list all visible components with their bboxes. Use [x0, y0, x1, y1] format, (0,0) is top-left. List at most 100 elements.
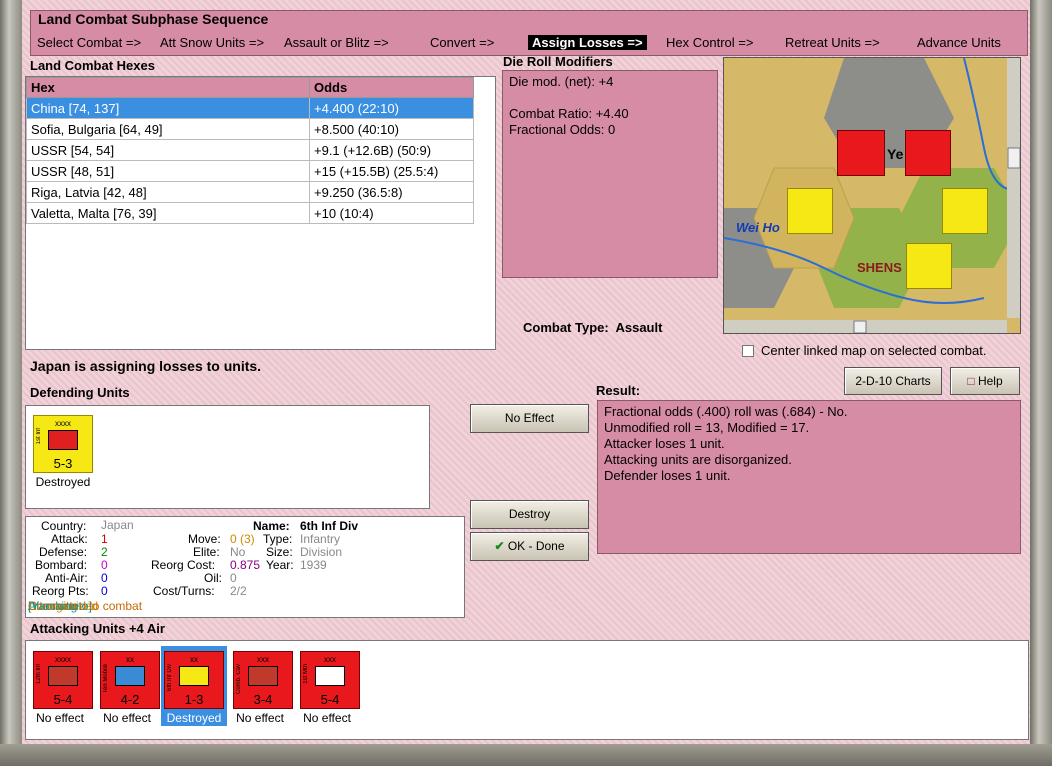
mobile-symbol-icon [115, 666, 145, 686]
attacking-unit-counter[interactable]: xx Ten Mobile 4-2 [100, 651, 160, 709]
result-line: Defender loses 1 unit. [604, 468, 731, 483]
combat-type-label: Combat Type: [523, 320, 609, 335]
map-unit-counter[interactable] [787, 188, 833, 234]
seq-assign-losses: Assign Losses => [528, 35, 647, 50]
odds-cell: +9.1 (+12.6B) (50:9) [309, 139, 474, 161]
type-value: Infantry [300, 532, 341, 546]
attacking-title: Attacking Units +4 Air [30, 621, 165, 636]
cost-turns-value: 2/2 [230, 584, 247, 598]
destroy-button[interactable]: Destroy [470, 500, 589, 529]
unit-caption: Destroyed [35, 475, 91, 489]
map-unit-counter[interactable] [905, 130, 951, 176]
ok-done-label: OK - Done [507, 539, 565, 553]
odds-cell: +9.250 (36.5:8) [309, 181, 474, 203]
move-value: 0 (3) [230, 532, 255, 546]
result-line: Fractional odds (.400) roll was (.684) -… [604, 404, 848, 419]
cavalry-symbol-icon [248, 666, 278, 686]
attacking-unit-counter[interactable]: xxx 1st Mtn 5-4 [300, 651, 360, 709]
fractional-odds-line: Fractional Odds: 0 [509, 122, 616, 137]
unit-strength: 4-2 [120, 692, 140, 707]
no-effect-button[interactable]: No Effect [470, 404, 589, 433]
unit-strength: 3-4 [253, 692, 273, 707]
unit-size: xxx [257, 655, 269, 664]
help-button[interactable]: □ Help [950, 367, 1020, 395]
ok-done-button[interactable]: ✔ OK - Done [470, 532, 589, 561]
type-key: Type: [263, 532, 293, 546]
combat-type-value: Assault [615, 320, 663, 335]
tag-committed: Committed to combat [28, 599, 143, 613]
defending-units-box: xxxx 1st Inf 5-3 Destroyed [25, 405, 430, 509]
antiair-key: Anti-Air: [45, 571, 88, 585]
hex-cell: China [74, 137] [26, 97, 310, 119]
result-line: Attacking units are disorganized. [604, 452, 792, 467]
size-value: Division [300, 545, 343, 559]
odds-cell: +10 (10:4) [309, 202, 474, 224]
elite-key: Elite: [193, 545, 220, 559]
unit-caption: Destroyed [166, 711, 222, 725]
defense-value: 2 [101, 545, 108, 559]
oil-key: Oil: [204, 571, 222, 585]
center-map-checkbox[interactable] [742, 345, 754, 357]
result-line: Unmodified roll = 13, Modified = 17. [604, 420, 810, 435]
checkmark-icon: ✔ [494, 539, 505, 553]
bombard-value: 0 [101, 558, 108, 572]
hex-cell: Valetta, Malta [76, 39] [26, 202, 310, 224]
unit-strength: 5-3 [53, 456, 73, 471]
seq-select-combat: Select Combat => [37, 35, 142, 50]
unit-name: Ten Mobile [103, 664, 109, 694]
seq-hex-control: Hex Control => [666, 35, 754, 50]
attacking-unit-counter[interactable]: xx 6th Inf Div 1-3 [164, 651, 224, 709]
table-row[interactable]: Valetta, Malta [76, 39] +10 (10:4) [26, 202, 474, 224]
reorg-cost-key: Reorg Cost: [151, 558, 216, 572]
die-mod-line: Die mod. (net): +4 [509, 74, 614, 89]
seq-att-snow-units: Att Snow Units => [160, 35, 265, 50]
move-key: Move: [188, 532, 221, 546]
charts-button[interactable]: 2-D-10 Charts [844, 367, 942, 395]
odds-cell: +15 (+15.5B) (25.5:4) [309, 160, 474, 182]
unit-name: 1st Inf [36, 428, 42, 445]
bombard-key: Bombard: [35, 558, 88, 572]
table-row[interactable]: USSR [48, 51] +15 (+15.5B) (25.5:4) [26, 160, 474, 182]
unit-name: 1st Mtn [303, 664, 309, 684]
table-row[interactable]: Riga, Latvia [42, 48] +9.250 (36.5:8) [26, 181, 474, 203]
center-map-label: Center linked map on selected combat. [761, 343, 987, 358]
map-unit-counter[interactable] [906, 243, 952, 289]
size-key: Size: [266, 545, 293, 559]
country-value: Japan [101, 518, 134, 532]
attack-key: Attack: [51, 532, 88, 546]
antiair-value: 0 [101, 571, 108, 585]
unit-caption: No effect [303, 711, 351, 725]
unit-size: xxx [324, 655, 336, 664]
bottom-border [0, 744, 1052, 766]
table-row[interactable]: China [74, 137] +4.400 (22:10) [26, 97, 474, 119]
attack-value: 1 [101, 532, 108, 546]
help-label: Help [977, 374, 1003, 388]
elite-value: No [230, 545, 246, 559]
region-label: SHENS [857, 260, 902, 275]
defending-unit-counter[interactable]: xxxx 1st Inf 5-3 [33, 415, 93, 473]
map-unit-counter[interactable] [942, 188, 988, 234]
unit-size: xxxx [55, 655, 71, 664]
year-value: 1939 [300, 558, 327, 572]
right-border [1030, 0, 1052, 766]
table-row[interactable]: USSR [54, 54] +9.1 (+12.6B) (50:9) [26, 139, 474, 161]
defense-key: Defense: [39, 545, 88, 559]
hex-cell: Sofia, Bulgaria [64, 49] [26, 118, 310, 140]
country-key: Country: [41, 519, 87, 533]
infantry-symbol-icon [48, 666, 78, 686]
table-row[interactable]: Sofia, Bulgaria [64, 49] +8.500 (40:10) [26, 118, 474, 140]
unit-name: 12th Inf [36, 664, 42, 685]
cost-turns-key: Cost/Turns: [153, 584, 215, 598]
linked-map[interactable]: Wei Ho SHENS Ye [723, 57, 1021, 334]
attacking-unit-counter[interactable]: xxxx 12th Inf 5-4 [33, 651, 93, 709]
name-key: Name: [253, 519, 290, 533]
unit-name: 6th Inf Div [167, 664, 173, 692]
combat-ratio-line: Combat Ratio: +4.40 [509, 106, 629, 121]
unit-name: Comb. Cav [236, 664, 242, 695]
map-unit-counter[interactable] [837, 130, 885, 176]
oil-value: 0 [230, 571, 237, 585]
book-icon: □ [967, 374, 975, 388]
attacking-unit-counter[interactable]: xxx Comb. Cav 3-4 [233, 651, 293, 709]
infantry-symbol-icon [179, 666, 209, 686]
unit-size: xx [126, 655, 134, 664]
